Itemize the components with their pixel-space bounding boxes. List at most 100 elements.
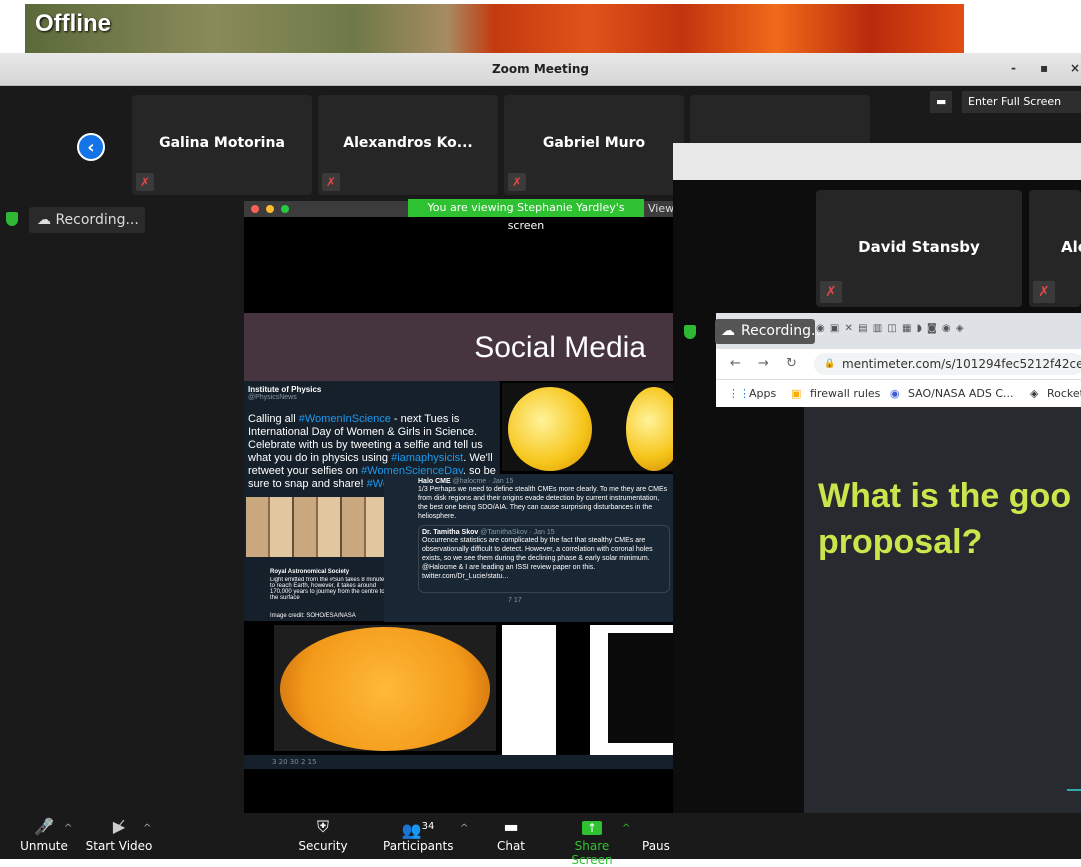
tweet-author: Institute of Physics bbox=[248, 385, 322, 394]
sun-image bbox=[508, 387, 592, 471]
reload-icon[interactable]: ↻ bbox=[786, 356, 797, 371]
plot-panel bbox=[590, 625, 674, 759]
quoted-text: Occurrence statistics are complicated by… bbox=[422, 537, 653, 580]
ras-text: Light emitted from the #Sun takes 8 minu… bbox=[270, 577, 388, 599]
participant-tile[interactable]: Alexandros Ko... ✗ bbox=[318, 95, 498, 195]
bookmark-ads[interactable]: SAO/NASA ADS C... bbox=[908, 387, 1014, 400]
encryption-shield-icon bbox=[6, 212, 18, 226]
zoom-titlebar: Zoom Meeting - ▪ × bbox=[0, 53, 1081, 86]
muted-mic-icon: ✗ bbox=[136, 173, 154, 191]
recording-cloud-icon: ☁ bbox=[721, 323, 735, 339]
pause-share-button[interactable]: Paus bbox=[642, 813, 674, 859]
security-shield-icon: ⛨ bbox=[316, 817, 329, 836]
participants-button[interactable]: 👥34 Participants bbox=[383, 813, 454, 859]
muted-mic-icon: ✗ bbox=[1033, 281, 1055, 303]
video-options-caret-icon[interactable]: ^ bbox=[143, 823, 151, 834]
quoted-author: Dr. Tamitha Skov @TamithaSkov · Jan 15 bbox=[422, 529, 555, 536]
prev-page-icon[interactable]: ‹ bbox=[77, 133, 105, 161]
url-field[interactable]: 🔒 mentimeter.com/s/101294fec5212f42cec bbox=[814, 353, 1081, 375]
bookmark-apps[interactable]: Apps bbox=[749, 387, 776, 400]
menti-question: What is the goo proposal? bbox=[818, 477, 1072, 561]
sun-illustration bbox=[502, 383, 682, 471]
muted-mic-icon: ✗ bbox=[508, 173, 526, 191]
white-panel bbox=[502, 625, 556, 759]
image-credit: Image credit: SOHO/ESA/NASA bbox=[270, 613, 356, 619]
halo-counts: 7 17 bbox=[508, 597, 522, 604]
view-options-button[interactable]: View bbox=[648, 202, 674, 215]
bookmarks-bar: ⋮⋮ Apps ▣ firewall rules ◉ SAO/NASA ADS … bbox=[716, 379, 1081, 407]
share-screen-button[interactable]: ↑ Share Screen bbox=[554, 813, 630, 867]
second-zoom-window: David Stansby ✗ Ale ✗ ◉ ▣ ✕ ▤ ▥ ◫ ▦ ◗ ◙ … bbox=[673, 143, 1081, 859]
forward-arrow-icon[interactable]: → bbox=[758, 356, 769, 371]
participant-name: Ale bbox=[1061, 238, 1081, 256]
muted-mic-icon: ✗ bbox=[820, 281, 842, 303]
enter-fullscreen-button[interactable]: Enter Full Screen bbox=[962, 91, 1081, 113]
slide-header: Social Media bbox=[244, 313, 674, 381]
participant-tile[interactable]: Gabriel Muro ✗ bbox=[504, 95, 684, 195]
apps-grid-icon: ⋮⋮ bbox=[728, 387, 750, 400]
bookmark-rocket-icon: ◈ bbox=[1030, 387, 1039, 400]
zoom-main: ‹ Galina Motorina ✗ Alexandros Ko... ✗ G… bbox=[0, 86, 1081, 859]
minimize-button[interactable]: - bbox=[1011, 61, 1016, 75]
bookmark-ads-icon: ◉ bbox=[890, 387, 900, 400]
participants-icon: 👥34 bbox=[401, 820, 435, 840]
bookmark-rocket[interactable]: Rocket bbox=[1047, 387, 1081, 400]
recording-cloud-icon: ☁ bbox=[37, 212, 56, 228]
minimize-dot-icon bbox=[266, 205, 274, 213]
chat-bubble-icon: ▬ bbox=[503, 817, 519, 836]
participants-caret-icon[interactable]: ^ bbox=[460, 823, 468, 834]
menti-progress-line bbox=[1067, 789, 1081, 791]
offline-label: Offline bbox=[35, 10, 111, 37]
encryption-shield-icon bbox=[684, 325, 696, 339]
ras-author: Royal Astronomical Society bbox=[270, 569, 350, 575]
tweet-action-counts: 3 20 30 2 15 bbox=[244, 755, 674, 769]
participants-count: 34 bbox=[421, 821, 435, 832]
tab-favicons: ◉ ▣ ✕ ▤ ▥ ◫ ▦ ◗ ◙ ◉ ◈ bbox=[816, 323, 965, 334]
maximize-button[interactable]: ▪ bbox=[1040, 61, 1048, 75]
participant-tile[interactable]: David Stansby ✗ bbox=[816, 190, 1022, 307]
window-title: Zoom Meeting bbox=[491, 62, 590, 76]
halo-text: 1/3 Perhaps we need to define stealth CM… bbox=[418, 486, 668, 519]
second-window-titlebar bbox=[673, 143, 1081, 180]
start-video-button[interactable]: ▶̸ Start Video bbox=[84, 813, 154, 859]
selfie-thumbnails bbox=[246, 497, 386, 557]
bookmark-firewall[interactable]: firewall rules bbox=[810, 387, 880, 400]
back-arrow-icon[interactable]: ← bbox=[730, 356, 741, 371]
mentimeter-slide: What is the goo proposal? bbox=[804, 407, 1081, 859]
halo-cme-tweet: Halo CME @halocme · Jan 15 1/3 Perhaps w… bbox=[384, 474, 674, 622]
muted-mic-icon: ✗ bbox=[322, 173, 340, 191]
address-bar: ← → ↻ 🔒 mentimeter.com/s/101294fec5212f4… bbox=[716, 349, 1081, 379]
layout-toggle-icon[interactable]: ▬ bbox=[930, 91, 953, 113]
participant-name: Galina Motorina bbox=[159, 135, 285, 151]
lock-icon: 🔒 bbox=[824, 359, 836, 369]
audio-options-caret-icon[interactable]: ^ bbox=[64, 823, 72, 834]
participant-name: David Stansby bbox=[858, 238, 980, 256]
recording-label: Recording... bbox=[55, 212, 139, 228]
slide-title: Social Media bbox=[474, 331, 646, 364]
recording-label: Recording... bbox=[741, 323, 825, 339]
share-options-caret-icon[interactable]: ^ bbox=[622, 823, 630, 834]
close-dot-icon bbox=[251, 205, 259, 213]
quoted-tweet: Dr. Tamitha Skov @TamithaSkov · Jan 15 O… bbox=[418, 525, 670, 593]
participant-tile[interactable]: Ale ✗ bbox=[1029, 190, 1081, 307]
tweet-handle: @PhysicsNews bbox=[248, 394, 297, 401]
chat-button[interactable]: ▬ Chat bbox=[491, 813, 531, 859]
unmute-button[interactable]: 🎤̸ Unmute bbox=[20, 813, 68, 859]
viewing-screen-banner: You are viewing Stephanie Yardley's scre… bbox=[408, 199, 644, 232]
share-arrow-icon: ↑ bbox=[554, 813, 630, 839]
security-button[interactable]: ⛨ Security bbox=[298, 813, 348, 859]
muted-mic-icon: 🎤̸ bbox=[34, 817, 54, 836]
recording-indicator[interactable]: ☁ Recording... bbox=[29, 207, 145, 233]
meeting-toolbar: 🎤̸ Unmute ^ ▶̸ Start Video ^ ⛨ Security … bbox=[0, 813, 1081, 867]
participant-name: Gabriel Muro bbox=[542, 135, 646, 151]
sunspot-image bbox=[274, 625, 496, 751]
desktop-banner: Offline bbox=[25, 4, 964, 53]
halo-author: Halo CME @halocme · Jan 15 bbox=[418, 478, 514, 485]
participant-tile[interactable]: Galina Motorina ✗ bbox=[132, 95, 312, 195]
shared-screen: You are viewing Stephanie Yardley's scre… bbox=[244, 199, 682, 813]
bookmark-folder-icon: ▣ bbox=[791, 387, 802, 400]
participant-name: Alexandros Ko... bbox=[343, 135, 473, 151]
close-button[interactable]: × bbox=[1070, 61, 1080, 75]
zoom-dot-icon bbox=[281, 205, 289, 213]
recording-indicator[interactable]: ☁ Recording... bbox=[715, 319, 824, 344]
